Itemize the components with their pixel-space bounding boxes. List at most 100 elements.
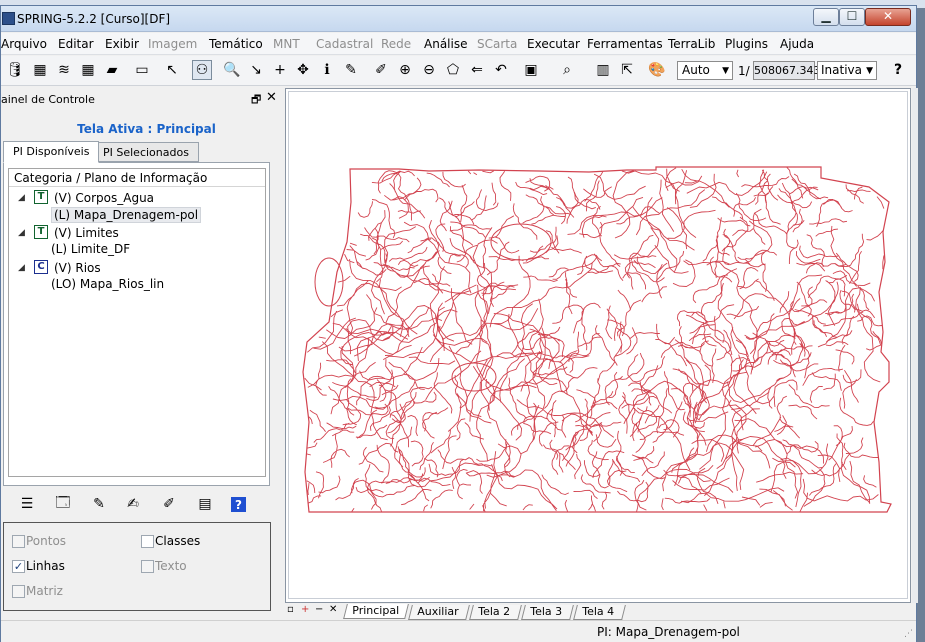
remove-screen-icon[interactable]: − — [315, 604, 323, 615]
table-icon[interactable]: ▥ — [593, 60, 613, 80]
zoom-out-icon[interactable]: ⊖ — [419, 60, 439, 80]
screen-tab-principal[interactable]: Principal — [343, 604, 409, 619]
menu-bar: Arquivo Editar Exibir Imagem Temático MNT Cada… — [1, 33, 916, 55]
menu-cadastral[interactable]: Cadastral — [316, 37, 373, 51]
menu-rede[interactable]: Rede — [381, 37, 411, 51]
view-icon[interactable]: 🗔 — [53, 494, 73, 514]
menu-scarta[interactable]: SCarta — [477, 37, 517, 51]
menu-exibir[interactable]: Exibir — [105, 37, 139, 51]
tree-category[interactable]: ◢ T (V) Corpos_Agua — [9, 190, 265, 206]
list-icon[interactable]: ☰ — [17, 494, 37, 514]
checkbox-linhas[interactable]: ✓ — [12, 560, 25, 573]
grid-icon[interactable]: ▦ — [78, 60, 98, 80]
undo-icon[interactable]: ↶ — [491, 60, 511, 80]
minimize-button[interactable]: ▁ — [813, 8, 839, 26]
legend-icon[interactable]: ▤ — [195, 494, 215, 514]
menu-terralib[interactable]: TerraLib — [668, 37, 715, 51]
checkbox-matriz[interactable] — [12, 585, 25, 598]
screen-tab-tela-4[interactable]: Tela 4 — [573, 605, 626, 620]
project-icon[interactable]: ▦ — [30, 60, 50, 80]
screen-tab-auxiliar[interactable]: Auxiliar — [408, 605, 470, 620]
menu-imagem[interactable]: Imagem — [148, 37, 197, 51]
tree-pi-item[interactable]: (LO) Mapa_Rios_lin — [51, 277, 164, 293]
menu-editar[interactable]: Editar — [58, 37, 94, 51]
screen-tab-label: Principal — [352, 604, 400, 617]
checkbox-classes[interactable] — [141, 535, 154, 548]
pencil-icon[interactable]: ✐ — [371, 60, 391, 80]
checkbox-label: Texto — [155, 559, 187, 573]
chevron-down-icon: ▼ — [722, 66, 729, 76]
help-icon[interactable]: ? — [231, 497, 246, 512]
wand-icon[interactable]: ✎ — [89, 494, 109, 514]
expand-icon[interactable]: ◢ — [18, 228, 25, 238]
screen-tab-tela-2[interactable]: Tela 2 — [469, 605, 522, 620]
help-icon[interactable]: ? — [888, 60, 908, 80]
pi-tree: Categoria / Plano de Informação ◢ T (V) Co… — [8, 168, 266, 477]
menu-ajuda[interactable]: Ajuda — [780, 37, 814, 51]
menu-plugins[interactable]: Plugins — [725, 37, 768, 51]
scale-input[interactable]: 508067.343 — [753, 61, 820, 80]
panel-close-button[interactable]: ✕ — [266, 90, 277, 105]
zoom-area-icon[interactable]: ⬠ — [443, 60, 463, 80]
checkbox-pontos[interactable] — [12, 535, 25, 548]
menu-arquivo[interactable]: Arquivo — [1, 37, 47, 51]
resize-grip-icon[interactable]: ⋰ — [904, 629, 913, 639]
zoom-in-icon[interactable]: ⊕ — [395, 60, 415, 80]
map-boundary — [302, 166, 892, 513]
state-select-value: Inativa — [821, 63, 862, 77]
active-screen-label: Tela Ativa : Principal — [77, 122, 216, 136]
thematic-category-icon: T — [34, 190, 48, 204]
tree-pi-item[interactable]: (L) Limite_DF — [51, 242, 130, 258]
paint-icon[interactable]: ▣ — [521, 60, 541, 80]
magnify-icon[interactable]: ⌕ — [557, 60, 577, 80]
panel-float-button[interactable]: 🗗 — [251, 91, 261, 110]
checkbox-label: Pontos — [26, 534, 67, 548]
vertical-scrollbar[interactable] — [912, 88, 918, 603]
drainage-map[interactable] — [289, 92, 908, 599]
pan-icon[interactable]: ✥ — [293, 60, 313, 80]
tab-pi-selecionados[interactable]: PI Selecionados — [93, 142, 199, 162]
map-view[interactable] — [288, 91, 908, 599]
info-icon[interactable]: ℹ — [317, 60, 337, 80]
zoom-select[interactable]: Auto ▼ — [677, 61, 733, 80]
pointer-tool-icon[interactable]: ⚇ — [192, 60, 212, 80]
tree-panel: Categoria / Plano de Informação ◢ T (V) Co… — [3, 162, 270, 486]
screen-icon[interactable]: ▭ — [132, 60, 152, 80]
cursor-icon[interactable]: ↖ — [162, 60, 182, 80]
polygon-icon[interactable]: ▰ — [102, 60, 122, 80]
arrow-select-icon[interactable]: ↘ — [246, 60, 266, 80]
screen-tabs: ▫ + − ✕ Principal Auxiliar Tela 2 Tela 3 Tel… — [285, 602, 911, 620]
menu-executar[interactable]: Executar — [527, 37, 580, 51]
maximize-button[interactable]: ☐ — [839, 8, 865, 26]
palette-icon[interactable]: 🎨 — [647, 60, 667, 80]
tab-pi-disponiveis[interactable]: PI Disponíveis — [3, 141, 100, 163]
close-screen-icon[interactable]: ✕ — [329, 604, 337, 615]
close-button[interactable]: ✕ — [865, 8, 911, 26]
tree-pi-item[interactable]: (L) Mapa_Drenagem-pol — [51, 207, 202, 223]
state-select[interactable]: Inativa ▼ — [817, 61, 877, 80]
brush-icon[interactable]: ✍ — [123, 494, 143, 514]
database-icon[interactable]: 🛢 — [5, 60, 25, 80]
checkbox-texto[interactable] — [141, 560, 154, 573]
screen-tab-tela-3[interactable]: Tela 3 — [521, 605, 574, 620]
menu-mnt[interactable]: MNT — [273, 37, 300, 51]
menu-ferramentas[interactable]: Ferramentas — [587, 37, 663, 51]
expand-icon[interactable]: ◢ — [18, 263, 25, 273]
tree-category[interactable]: ◢ T (V) Limites — [9, 225, 265, 241]
edit-icon[interactable]: ✎ — [341, 60, 361, 80]
map-canvas[interactable] — [285, 88, 911, 603]
pen-icon[interactable]: ✐ — [159, 494, 179, 514]
display-options: Pontos Classes ✓ Linhas Texto Matriz — [3, 522, 271, 611]
layers-icon[interactable]: ≋ — [54, 60, 74, 80]
menu-analise[interactable]: Análise — [424, 37, 467, 51]
screen-icon[interactable]: ▫ — [287, 604, 294, 615]
crosshair-icon[interactable]: + — [270, 60, 290, 80]
menu-tematico[interactable]: Temático — [209, 37, 263, 51]
tree-category[interactable]: ◢ C (V) Rios — [9, 260, 265, 276]
cursor-plus-icon[interactable]: ⇱ — [617, 60, 637, 80]
expand-icon[interactable]: ◢ — [18, 193, 25, 203]
zoom-glass-icon[interactable]: 🔍 — [222, 60, 242, 80]
zoom-select-value: Auto — [682, 63, 710, 77]
add-screen-icon[interactable]: + — [301, 604, 309, 615]
back-icon[interactable]: ⇐ — [467, 60, 487, 80]
